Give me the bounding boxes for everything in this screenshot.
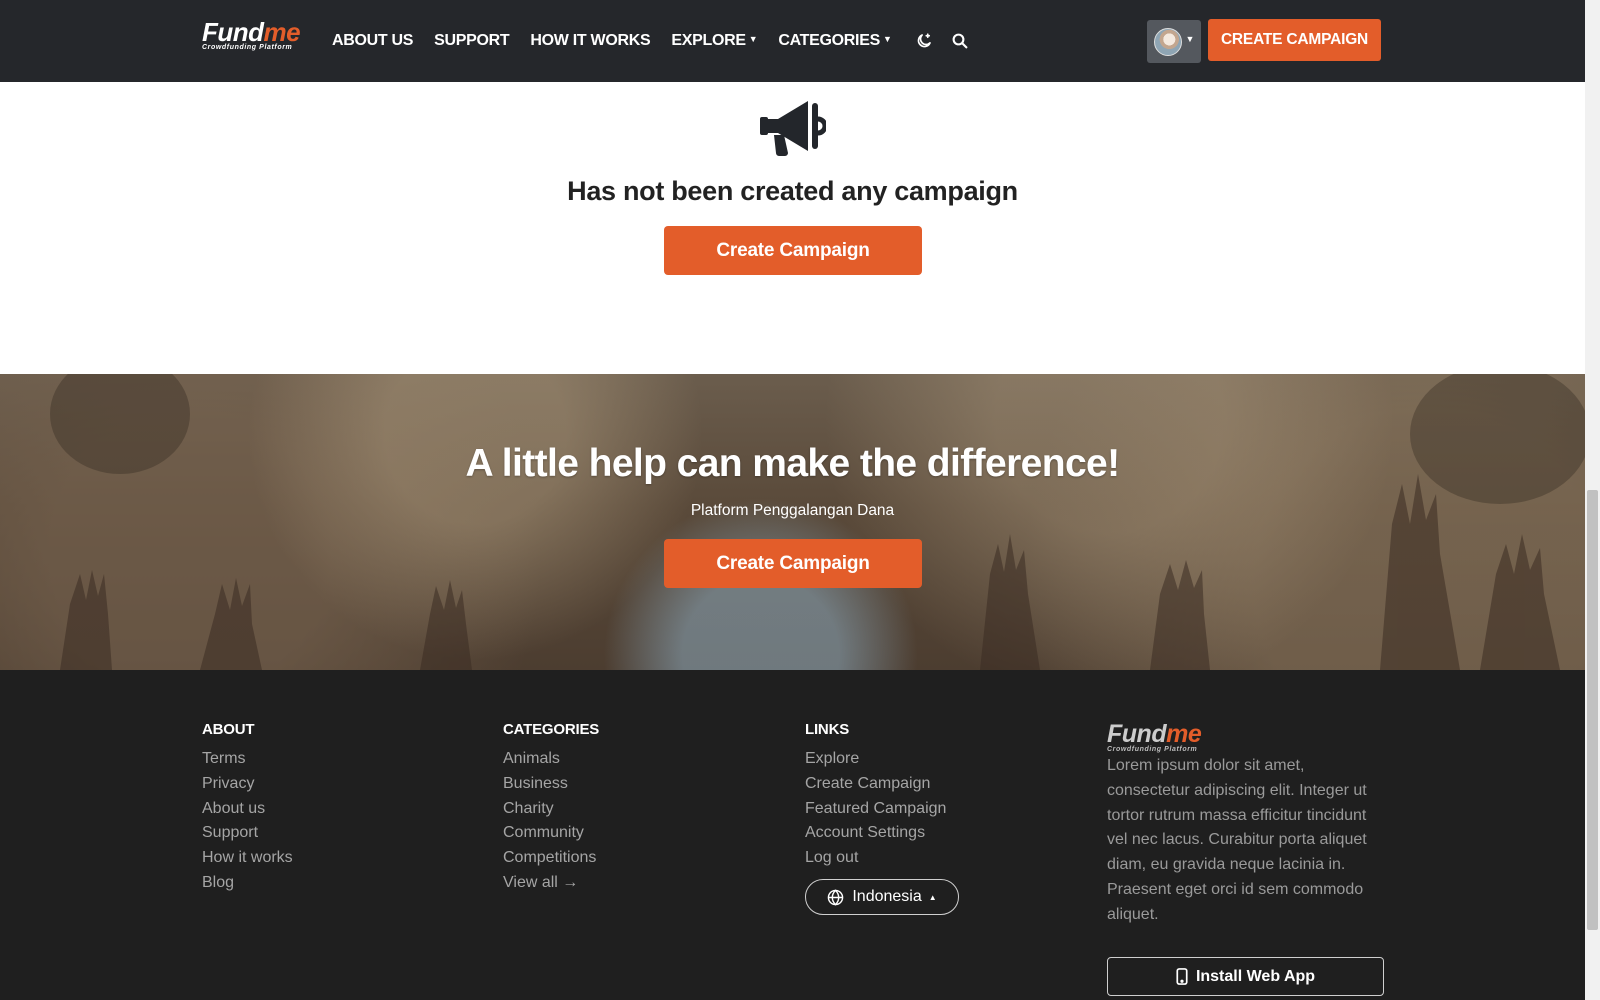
footer-link-log-out[interactable]: Log out xyxy=(805,846,946,871)
create-campaign-nav-button[interactable]: CREATE CAMPAIGN xyxy=(1208,19,1381,61)
footer-category-business[interactable]: Business xyxy=(503,772,599,797)
hero-subtitle: Platform Penggalangan Dana xyxy=(690,502,895,519)
user-menu-button[interactable]: ▼ xyxy=(1147,20,1201,63)
create-campaign-button[interactable]: Create Campaign xyxy=(664,226,922,275)
nav-how-it-works[interactable]: HOW IT WORKS xyxy=(530,32,650,50)
nav-support[interactable]: SUPPORT xyxy=(434,32,510,50)
chevron-down-icon: ▼ xyxy=(748,34,758,44)
footer-link-terms[interactable]: Terms xyxy=(202,747,293,772)
footer-link-account-settings[interactable]: Account Settings xyxy=(805,821,946,846)
dark-mode-moon-icon[interactable] xyxy=(913,30,935,52)
footer-categories-heading: CATEGORIES xyxy=(503,721,600,738)
main-nav: ABOUT US SUPPORT HOW IT WORKS EXPLORE ▼ C… xyxy=(332,30,985,52)
hero-title: A little help can make the difference! xyxy=(465,442,1120,485)
chevron-down-icon: ▼ xyxy=(882,34,892,44)
megaphone-icon xyxy=(760,95,828,157)
footer-category-competitions[interactable]: Competitions xyxy=(503,846,599,871)
page-scrollbar[interactable] xyxy=(1585,0,1600,1000)
language-selector[interactable]: Indonesia ▲ xyxy=(805,879,959,915)
avatar xyxy=(1153,27,1182,56)
empty-state-title: Has not been created any campaign xyxy=(567,176,1018,206)
footer-link-about-us[interactable]: About us xyxy=(202,797,293,822)
footer-links-heading: LINKS xyxy=(805,721,850,738)
install-web-app-button[interactable]: Install Web App xyxy=(1107,957,1384,996)
nav-explore-dropdown[interactable]: EXPLORE ▼ xyxy=(671,32,757,50)
footer-view-all-link[interactable]: View all → xyxy=(503,871,599,896)
footer-category-community[interactable]: Community xyxy=(503,821,599,846)
chevron-down-icon: ▼ xyxy=(1185,33,1195,44)
brand-logo[interactable]: Fundme Crowdfunding Platform xyxy=(202,18,307,54)
scrollbar-thumb[interactable] xyxy=(1587,490,1598,930)
top-navbar: Fundme Crowdfunding Platform ABOUT US SU… xyxy=(0,0,1585,82)
logo-tagline: Crowdfunding Platform xyxy=(202,44,293,51)
footer-category-charity[interactable]: Charity xyxy=(503,797,599,822)
footer-categories-column: CATEGORIES Animals Business Charity Comm… xyxy=(503,721,599,896)
footer-link-blog[interactable]: Blog xyxy=(202,871,293,896)
footer-about-column: ABOUT Terms Privacy About us Support How… xyxy=(202,721,293,896)
footer-category-animals[interactable]: Animals xyxy=(503,747,599,772)
mobile-phone-icon xyxy=(1176,968,1188,985)
footer-link-how-it-works[interactable]: How it works xyxy=(202,846,293,871)
search-icon[interactable] xyxy=(949,30,971,52)
footer-link-explore[interactable]: Explore xyxy=(805,747,946,772)
footer-link-create-campaign[interactable]: Create Campaign xyxy=(805,772,946,797)
footer-link-privacy[interactable]: Privacy xyxy=(202,772,293,797)
globe-icon xyxy=(827,888,844,906)
footer-logo-wordmark: Fundme xyxy=(1107,720,1202,748)
footer-links-column: LINKS Explore Create Campaign Featured C… xyxy=(805,721,946,871)
footer-logo-tagline: Crowdfunding Platform xyxy=(1107,746,1198,753)
footer-description: Lorem ipsum dolor sit amet, consectetur … xyxy=(1107,757,1367,923)
footer-link-featured-campaign[interactable]: Featured Campaign xyxy=(805,797,946,822)
raised-hands-background xyxy=(50,374,1585,670)
hero-banner: A little help can make the difference! P… xyxy=(0,374,1585,670)
nav-categories-dropdown[interactable]: CATEGORIES ▼ xyxy=(778,32,892,50)
install-web-app-label: Install Web App xyxy=(1195,967,1316,985)
caret-up-icon: ▲ xyxy=(928,892,937,902)
footer-link-support[interactable]: Support xyxy=(202,821,293,846)
footer-brand-logo: Fundme Crowdfunding Platform xyxy=(1107,720,1202,753)
logo-wordmark: Fundme xyxy=(202,17,301,47)
hero-create-campaign-button[interactable]: Create Campaign xyxy=(664,539,922,588)
nav-about-us[interactable]: ABOUT US xyxy=(332,32,413,50)
arrow-right-icon: → xyxy=(562,873,579,891)
language-selected-label: Indonesia xyxy=(852,888,922,905)
site-footer: ABOUT Terms Privacy About us Support How… xyxy=(0,670,1585,1000)
footer-about-heading: ABOUT xyxy=(202,721,255,738)
